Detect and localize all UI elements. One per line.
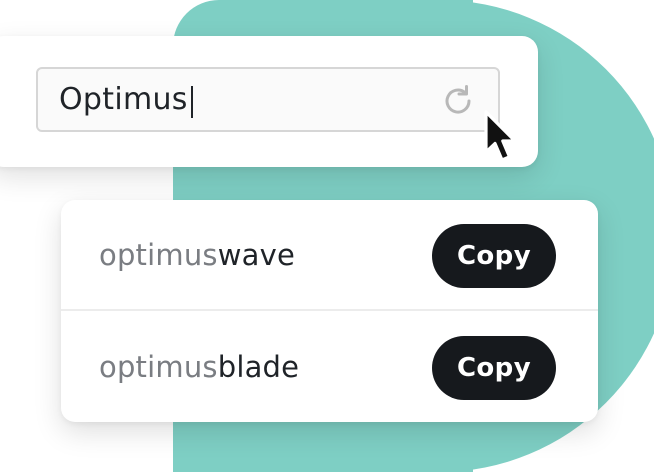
search-input[interactable]: Optimus [36, 67, 500, 132]
cursor-arrow-icon [484, 110, 517, 162]
result-row: optimuswave Copy [61, 200, 598, 311]
search-input-value: Optimus [59, 82, 188, 117]
result-name-suffix: wave [217, 237, 296, 272]
result-row: optimusblade Copy [61, 311, 598, 422]
result-name-suffix: blade [217, 349, 300, 384]
copy-button[interactable]: Copy [432, 224, 556, 288]
results-card: optimuswave Copy optimusblade Copy [61, 200, 598, 422]
copy-button[interactable]: Copy [432, 336, 556, 400]
result-name-prefix: optimus [99, 349, 218, 384]
refresh-icon[interactable] [440, 83, 476, 119]
result-name: optimusblade [99, 350, 299, 384]
text-caret [190, 85, 193, 118]
result-name: optimuswave [99, 238, 295, 272]
search-card: Optimus [0, 36, 538, 167]
result-name-prefix: optimus [99, 237, 218, 272]
